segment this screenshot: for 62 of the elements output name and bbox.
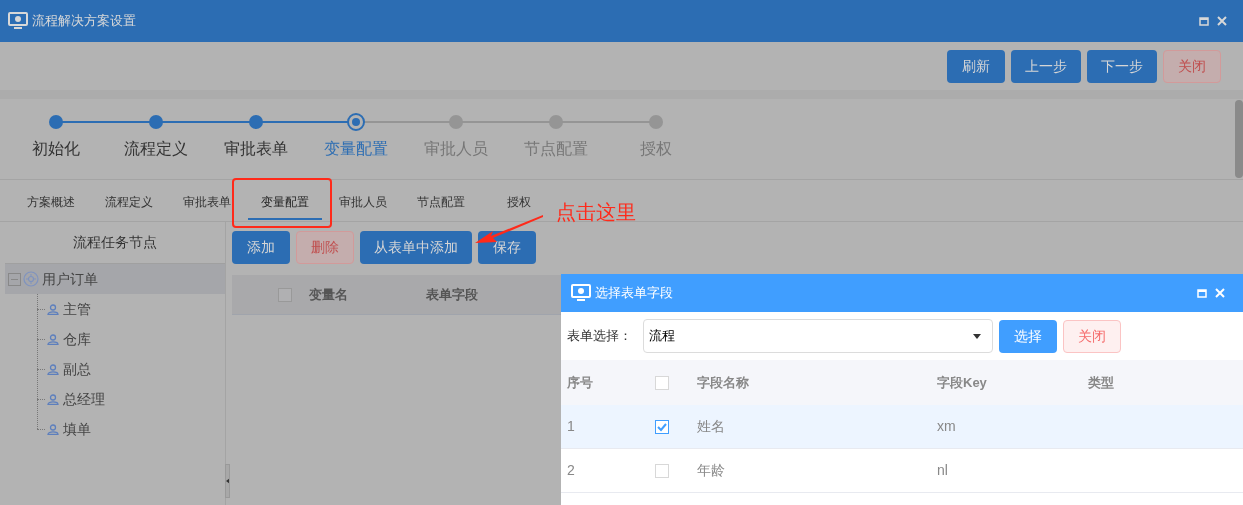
tree-node[interactable]: 用户订单 [5,264,225,294]
tab[interactable]: 方案概述 [19,193,83,211]
form-select[interactable]: 流程 [643,319,993,353]
table-cell-text: 1 [566,417,576,436]
column-header: 字段名称 [697,373,750,392]
tab[interactable]: 节点配置 [409,193,473,211]
tab[interactable]: 审批人员 [331,193,395,211]
person-icon [47,423,59,435]
toolbar-button[interactable]: 刷新 [947,49,1005,83]
dialog-button[interactable]: 选择 [999,319,1057,353]
column-header: 序号 [566,373,594,392]
table-cell-text: nl [937,461,949,480]
checkbox[interactable] [655,419,669,434]
tab[interactable]: 授权 [499,193,539,211]
table-cell-text: 2 [566,461,576,480]
tree-node[interactable]: 主管 [37,294,225,324]
toolbar-button[interactable]: 下一步 [1087,49,1157,83]
tree-node[interactable]: 仓库 [37,324,225,354]
step-label: 授权 [640,139,672,159]
dialog-title: 选择表单字段 [595,284,673,303]
close-icon[interactable] [1217,16,1227,26]
table-cell-text: xm [937,417,957,436]
step-label: 初始化 [32,139,80,159]
step-label: 流程定义 [124,139,188,159]
annotation-text: 点击这里 [556,200,636,225]
person-icon [47,303,59,315]
form-label: 表单选择： [567,327,633,346]
tab[interactable]: 变量配置 [253,193,317,211]
gear-icon [23,271,39,287]
action-button[interactable]: 添加 [232,231,290,264]
column-header: 变量名 [309,285,349,304]
action-button[interactable]: 保存 [478,231,536,264]
window-title: 流程解决方案设置 [32,12,136,31]
caret-icon [973,333,981,339]
tree-node[interactable]: 副总 [37,354,225,384]
tree-node[interactable]: 填单 [37,414,225,444]
table-cell-text: 姓名 [697,417,726,436]
scrollbar-thumb[interactable] [1235,100,1243,178]
tree-node[interactable]: 总经理 [37,384,225,414]
person-icon [47,393,59,405]
column-header: 字段Key [937,373,988,392]
monitor-icon [8,12,28,30]
step-label: 审批人员 [424,139,488,159]
monitor-icon [571,284,591,302]
tab[interactable]: 流程定义 [97,193,161,211]
step-label: 审批表单 [224,139,288,159]
step-label: 变量配置 [324,139,388,159]
step-label: 节点配置 [524,139,588,159]
person-icon [47,333,59,345]
column-header: 类型 [1088,373,1114,392]
checkbox[interactable] [278,287,292,302]
column-header: 表单字段 [426,285,479,304]
toolbar-button[interactable]: 上一步 [1011,49,1081,83]
maximize-icon[interactable] [1199,16,1209,26]
collapse-icon[interactable] [8,272,21,286]
action-button[interactable]: 从表单中添加 [360,231,472,264]
collapse-handle[interactable] [225,464,230,498]
dialog-button[interactable]: 关闭 [1063,319,1121,353]
tab[interactable]: 审批表单 [175,193,239,211]
person-icon [47,363,59,375]
table-cell-text: 年龄 [697,461,726,480]
table-row[interactable]: 1 姓名 xm [561,405,1243,449]
